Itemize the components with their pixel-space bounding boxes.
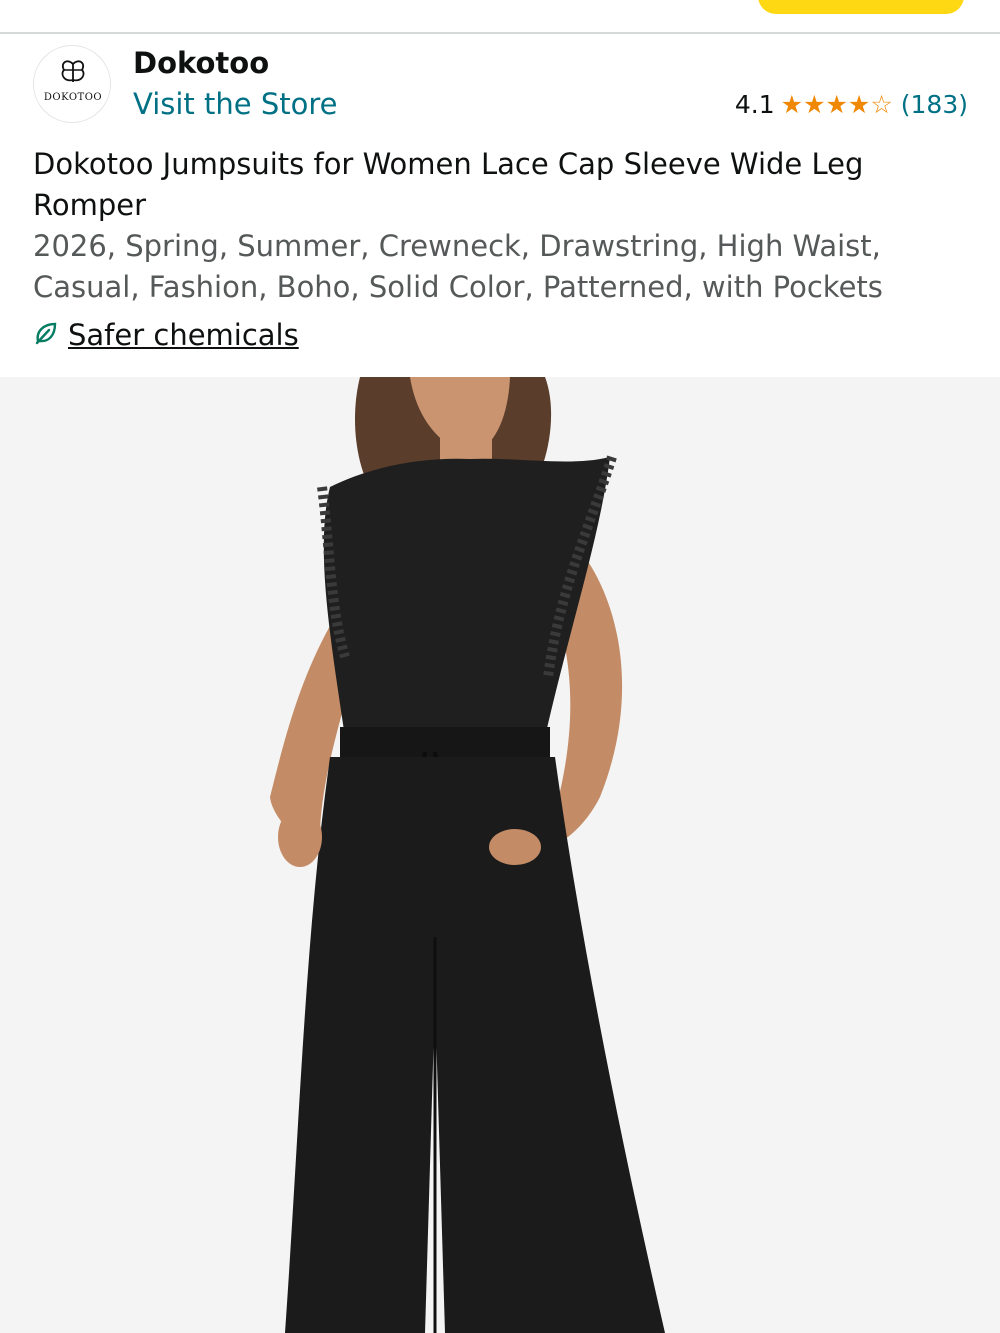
divider <box>0 32 1000 34</box>
add-to-cart-button-partial[interactable] <box>758 0 964 14</box>
star-empty-icon: ☆ <box>870 90 893 119</box>
safer-chemicals-label: Safer chemicals <box>68 318 299 352</box>
star-filled-icon: ★ <box>847 90 871 119</box>
star-filled-icon: ★ <box>825 90 848 119</box>
brand-name: Dokotoo <box>133 46 270 80</box>
rating-value: 4.1 <box>734 90 775 119</box>
top-strip <box>0 0 1000 33</box>
star-filled-icon: ★ <box>803 90 826 119</box>
product-subtitle: 2026, Spring, Summer, Crewneck, Drawstri… <box>33 229 883 304</box>
product-title: Dokotoo Jumpsuits for Women Lace Cap Sle… <box>33 147 864 222</box>
safer-chemicals-link[interactable]: Safer chemicals <box>33 318 299 352</box>
butterfly-logo-icon <box>34 60 110 91</box>
star-rating: ★ ★ ★ ★ ☆ <box>781 92 893 117</box>
visit-store-link[interactable]: Visit the Store <box>133 87 337 121</box>
rating-count-link[interactable]: (183) <box>901 90 968 119</box>
product-image[interactable] <box>0 377 1000 1333</box>
logo-wordmark: DOKOTOO <box>43 92 103 103</box>
rating-summary[interactable]: 4.1 ★ ★ ★ ★ ☆ (183) <box>735 90 968 119</box>
star-filled-icon: ★ <box>780 90 804 119</box>
leaf-icon <box>33 320 68 350</box>
brand-logo[interactable]: DOKOTOO <box>33 45 111 123</box>
